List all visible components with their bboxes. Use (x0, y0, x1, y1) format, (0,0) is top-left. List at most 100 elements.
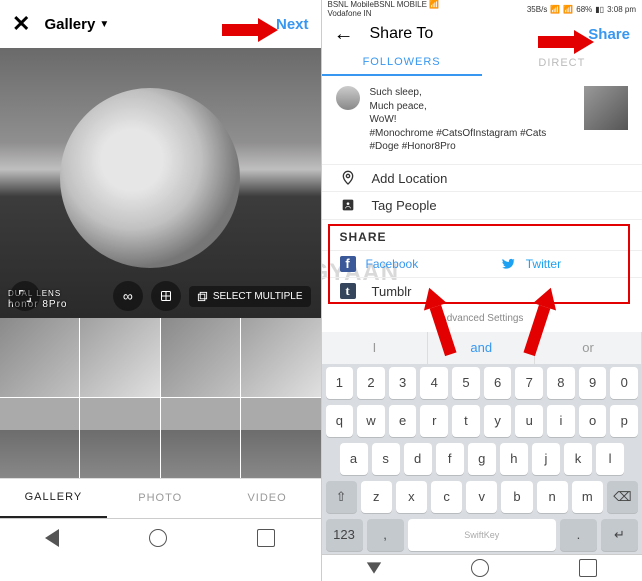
next-button[interactable]: Next (276, 16, 309, 33)
key[interactable]: 8 (547, 367, 575, 399)
key[interactable]: 4 (420, 367, 448, 399)
audience-tabs: FOLLOWERS DIRECT (322, 51, 642, 77)
twitter-share[interactable]: Twitter (482, 256, 642, 272)
twitter-icon (500, 256, 516, 272)
gallery-thumb[interactable] (161, 398, 240, 477)
suggestion[interactable]: and (428, 332, 535, 364)
nav-recent-icon[interactable] (257, 529, 275, 547)
phone-right: BSNL MobileBSNL MOBILE 📶 Vodafone IN 35B… (322, 0, 642, 581)
nav-home-icon[interactable] (149, 529, 167, 547)
key[interactable]: g (468, 443, 496, 475)
key[interactable]: x (396, 481, 427, 513)
facebook-icon: f (340, 256, 356, 272)
suggestion[interactable]: or (535, 332, 642, 364)
key[interactable]: i (547, 405, 575, 437)
select-multiple-button[interactable]: SELECT MULTIPLE (189, 286, 311, 307)
key[interactable]: v (466, 481, 497, 513)
key[interactable]: b (501, 481, 532, 513)
gallery-picker[interactable]: Gallery ▼ (44, 16, 276, 33)
key[interactable]: u (515, 405, 543, 437)
key[interactable]: w (357, 405, 385, 437)
gallery-thumb[interactable] (80, 318, 159, 397)
nav-back-icon[interactable] (45, 529, 59, 547)
status-bar: BSNL MobileBSNL MOBILE 📶 Vodafone IN 35B… (322, 0, 642, 18)
key[interactable]: y (484, 405, 512, 437)
tab-followers[interactable]: FOLLOWERS (322, 51, 482, 77)
nav-home-icon[interactable] (471, 559, 489, 577)
boomerang-icon[interactable]: ∞ (113, 281, 143, 311)
space-key[interactable]: SwiftKey (408, 519, 556, 551)
key[interactable]: l (596, 443, 624, 475)
tab-direct[interactable]: DIRECT (482, 51, 642, 77)
chevron-down-icon: ▼ (99, 19, 109, 30)
key[interactable]: a (340, 443, 368, 475)
key[interactable]: c (431, 481, 462, 513)
key[interactable]: 9 (579, 367, 607, 399)
key[interactable]: 1 (326, 367, 354, 399)
share-networks-row: f Facebook Twitter (322, 250, 642, 277)
key[interactable]: t (452, 405, 480, 437)
gallery-thumb[interactable] (241, 318, 320, 397)
nav-back-icon[interactable] (366, 562, 380, 573)
key[interactable]: r (420, 405, 448, 437)
key[interactable]: e (389, 405, 417, 437)
nav-recent-icon[interactable] (579, 559, 597, 577)
page-title: Share To (370, 25, 589, 43)
avatar[interactable] (336, 86, 360, 110)
key[interactable]: 0 (610, 367, 638, 399)
gallery-grid (0, 318, 321, 478)
back-icon[interactable]: ← (334, 23, 354, 46)
left-topbar: ✕ Gallery ▼ Next (0, 0, 321, 48)
suggestion[interactable]: I (322, 332, 429, 364)
key[interactable]: 7 (515, 367, 543, 399)
caption-input[interactable]: Such sleep, Much peace, WoW! #Monochrome… (370, 86, 575, 154)
key[interactable]: q (326, 405, 354, 437)
share-button[interactable]: Share (588, 26, 630, 43)
tumblr-share[interactable]: t Tumblr (322, 277, 642, 304)
tag-people-row[interactable]: Tag People (322, 191, 642, 218)
tutorial-image: MOBIGYAAN ✕ Gallery ▼ Next DUAL LENS hon… (0, 0, 642, 581)
key[interactable]: d (404, 443, 432, 475)
key[interactable]: 3 (389, 367, 417, 399)
tab-photo[interactable]: PHOTO (107, 479, 214, 518)
numeric-key[interactable]: 123 (326, 519, 363, 551)
gallery-thumb[interactable] (80, 398, 159, 477)
facebook-share[interactable]: f Facebook (322, 256, 482, 272)
phone-left: ✕ Gallery ▼ Next DUAL LENS honor 8Pro (0, 0, 322, 581)
selected-preview: DUAL LENS honor 8Pro ∞ SELECT M (0, 48, 321, 318)
expand-icon[interactable] (10, 281, 40, 311)
key[interactable]: m (572, 481, 603, 513)
key[interactable]: k (564, 443, 592, 475)
enter-key[interactable]: ↵ (601, 519, 638, 551)
key[interactable]: , (367, 519, 404, 551)
key[interactable]: j (532, 443, 560, 475)
key[interactable]: o (579, 405, 607, 437)
key[interactable]: 5 (452, 367, 480, 399)
key[interactable]: . (560, 519, 597, 551)
key[interactable]: h (500, 443, 528, 475)
key[interactable]: p (610, 405, 638, 437)
gallery-thumb[interactable] (0, 318, 79, 397)
close-icon[interactable]: ✕ (12, 11, 30, 37)
gallery-thumb[interactable] (241, 398, 320, 477)
collage-icon[interactable] (151, 281, 181, 311)
tab-video[interactable]: VIDEO (214, 479, 321, 518)
preview-image[interactable]: DUAL LENS honor 8Pro ∞ SELECT M (0, 48, 321, 318)
post-preview: Such sleep, Much peace, WoW! #Monochrome… (322, 76, 642, 164)
key[interactable]: 6 (484, 367, 512, 399)
key[interactable]: z (361, 481, 392, 513)
key[interactable]: f (436, 443, 464, 475)
key[interactable]: 2 (357, 367, 385, 399)
android-navbar (0, 518, 321, 558)
key[interactable]: n (537, 481, 568, 513)
gallery-thumb[interactable] (161, 318, 240, 397)
gallery-title: Gallery (44, 16, 95, 33)
shift-key[interactable]: ⇧ (326, 481, 357, 513)
advanced-settings[interactable]: Advanced Settings (322, 305, 642, 332)
key[interactable]: s (372, 443, 400, 475)
gallery-thumb[interactable] (0, 398, 79, 477)
add-location-row[interactable]: Add Location (322, 164, 642, 191)
tab-gallery[interactable]: GALLERY (0, 479, 107, 518)
post-thumbnail[interactable] (584, 86, 628, 130)
backspace-key[interactable]: ⌫ (607, 481, 638, 513)
